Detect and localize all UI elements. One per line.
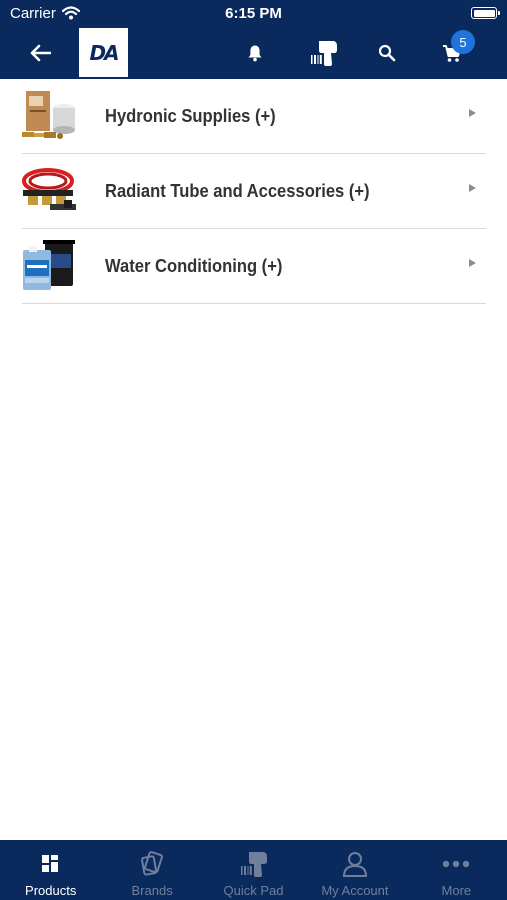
tab-bar: Products Brands Quick Pad My Account Mor…	[0, 840, 507, 900]
chevron-right-icon	[469, 184, 476, 192]
logo-text: DA	[89, 40, 119, 65]
tab-label: Brands	[131, 883, 173, 898]
person-icon	[304, 850, 405, 878]
tab-label: My Account	[321, 883, 389, 898]
category-label: Water Conditioning (+)	[105, 255, 283, 276]
category-label: Hydronic Supplies (+)	[105, 105, 276, 126]
bell-icon[interactable]	[240, 38, 270, 68]
back-arrow-icon[interactable]	[20, 38, 60, 68]
barcode-scanner-icon[interactable]	[306, 35, 342, 71]
status-bar: Carrier 6:15 PM	[0, 0, 507, 28]
cart-count-badge: 5	[451, 30, 475, 54]
search-icon[interactable]	[372, 38, 402, 68]
radiant-tube-image	[19, 161, 79, 221]
category-label: Radiant Tube and Accessories (+)	[105, 180, 370, 201]
ellipsis-icon	[406, 850, 507, 878]
clock: 6:15 PM	[225, 5, 282, 22]
category-item-radiant-tube[interactable]: Radiant Tube and Accessories (+)	[22, 154, 486, 229]
hydronic-supplies-image	[19, 86, 79, 146]
water-conditioning-image	[19, 236, 79, 296]
tab-label: Products	[25, 883, 77, 898]
tab-more[interactable]: More	[406, 840, 507, 900]
grid-icon	[0, 850, 101, 878]
tab-my-account[interactable]: My Account	[304, 840, 405, 900]
category-item-hydronic-supplies[interactable]: Hydronic Supplies (+)	[22, 79, 486, 154]
tab-label: More	[441, 883, 472, 898]
scanner-icon	[203, 850, 304, 878]
tab-quick-pad[interactable]: Quick Pad	[203, 840, 304, 900]
category-list: Hydronic Supplies (+) Radiant Tube and A…	[22, 79, 486, 304]
battery-icon	[471, 7, 500, 19]
tab-label: Quick Pad	[223, 883, 284, 898]
company-logo[interactable]: DA	[79, 28, 128, 77]
nav-bar: DA	[0, 28, 507, 79]
tags-icon	[101, 850, 202, 878]
chevron-right-icon	[469, 259, 476, 267]
chevron-right-icon	[469, 109, 476, 117]
tab-brands[interactable]: Brands	[101, 840, 202, 900]
category-item-water-conditioning[interactable]: Water Conditioning (+)	[22, 229, 486, 304]
tab-products[interactable]: Products	[0, 840, 101, 900]
